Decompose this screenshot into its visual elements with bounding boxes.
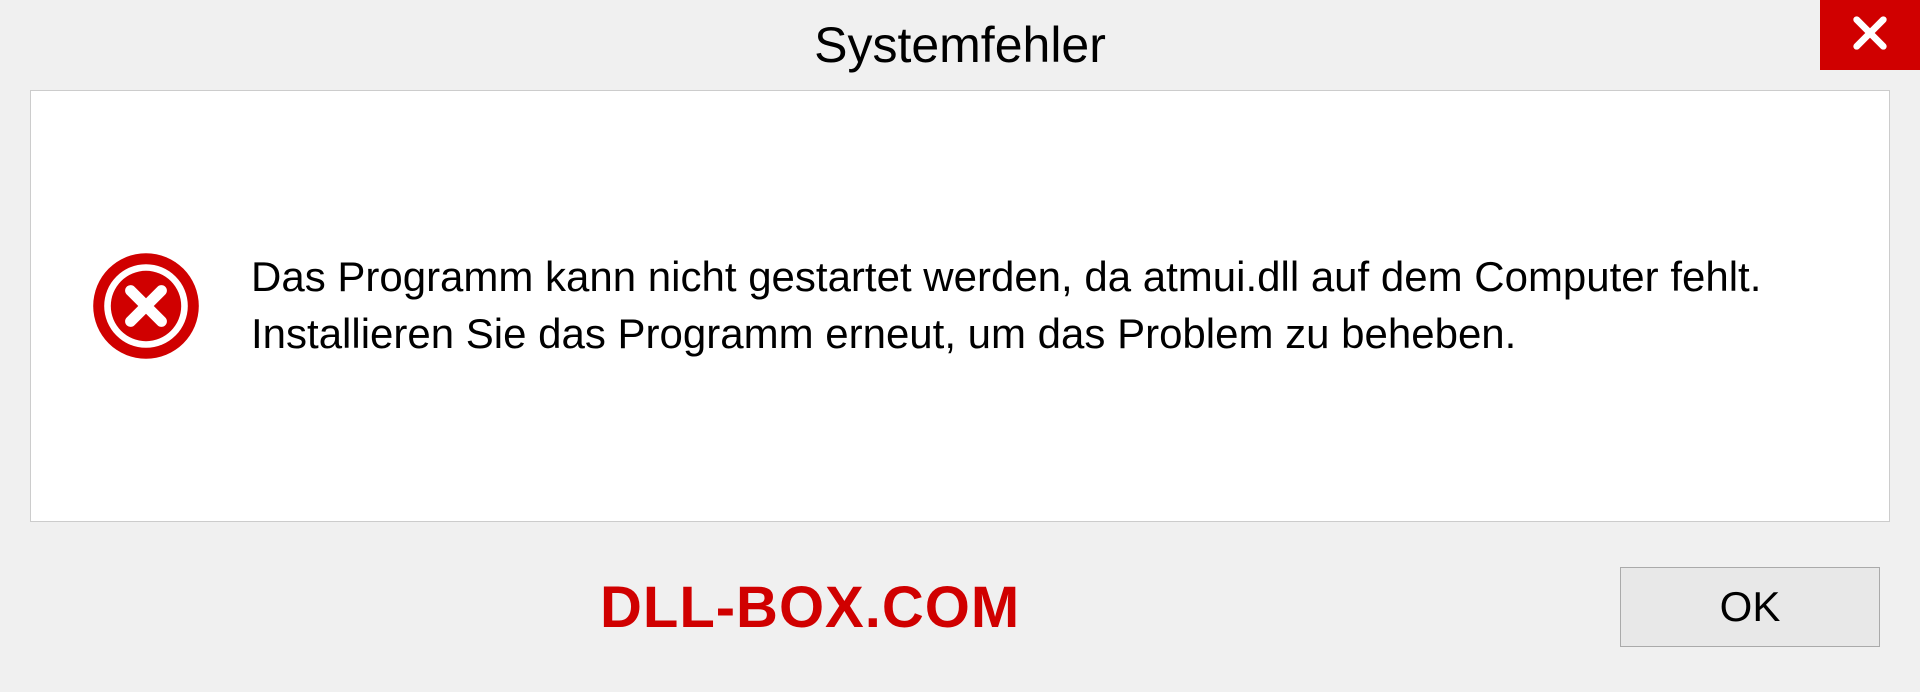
error-message: Das Programm kann nicht gestartet werden… [251,249,1829,362]
error-dialog: Systemfehler Das Programm kann nicht ges… [0,0,1920,692]
dialog-title: Systemfehler [814,16,1106,74]
close-button[interactable] [1820,0,1920,70]
error-icon [91,251,201,361]
close-icon [1850,13,1890,58]
ok-button[interactable]: OK [1620,567,1880,647]
titlebar: Systemfehler [0,0,1920,90]
watermark-text: DLL-BOX.COM [600,574,1020,641]
footer: DLL-BOX.COM OK [0,552,1920,692]
content-area: Das Programm kann nicht gestartet werden… [30,90,1890,522]
